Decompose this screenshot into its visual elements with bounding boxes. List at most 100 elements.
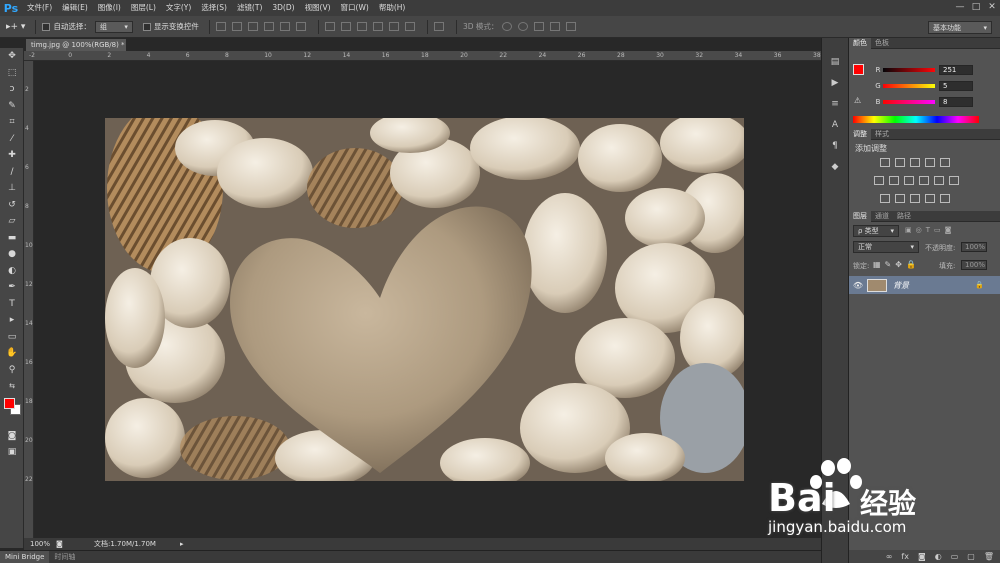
status-expand-icon[interactable]: ▸ (180, 540, 184, 548)
selective-color-icon[interactable] (939, 194, 950, 203)
warning-icon[interactable]: ⚠ (854, 96, 861, 105)
document-image[interactable] (105, 118, 744, 481)
tab-adjustments[interactable]: 调整 (849, 128, 871, 140)
swap-colors-icon[interactable]: ⇆ (0, 378, 24, 395)
dodge-tool-icon[interactable]: ◐ (0, 263, 24, 280)
brightness-icon[interactable] (879, 158, 890, 167)
layer-filter-icons[interactable]: ▣◎T▭◙ (905, 226, 955, 234)
align-vcenter-icon[interactable] (231, 22, 242, 31)
layer-filter-dropdown[interactable]: ρ 类型 ▾ (853, 225, 899, 237)
layer-row-background[interactable]: 👁 背景 🔒 (849, 276, 1000, 294)
zoom-level[interactable]: 100% (30, 540, 56, 548)
align-left-icon[interactable] (263, 22, 274, 31)
3d-slide-icon[interactable] (550, 22, 561, 31)
character-panel-icon[interactable]: A (827, 117, 843, 133)
tab-mini-bridge[interactable]: Mini Bridge (0, 551, 50, 563)
foreground-color-swatch[interactable] (4, 398, 15, 409)
auto-align-icon[interactable] (433, 22, 444, 31)
3d-scale-icon[interactable] (566, 22, 577, 31)
marquee-tool-icon[interactable]: ⬚ (0, 65, 24, 82)
distribute-right-icon[interactable] (404, 22, 415, 31)
menu-image[interactable]: 图像(I) (93, 0, 126, 16)
photo-filter-icon[interactable] (918, 176, 929, 185)
delete-layer-icon[interactable]: 🗑 (984, 552, 994, 561)
new-layer-icon[interactable]: ▢ (967, 552, 975, 561)
show-transform-checkbox[interactable] (142, 22, 151, 31)
blue-slider[interactable] (883, 100, 935, 104)
new-adjustment-icon[interactable]: ◐ (935, 552, 942, 561)
distribute-bottom-icon[interactable] (356, 22, 367, 31)
invert-icon[interactable] (879, 194, 890, 203)
red-slider[interactable] (883, 68, 935, 72)
green-slider[interactable] (883, 84, 935, 88)
menu-help[interactable]: 帮助(H) (374, 0, 411, 16)
move-tool-icon[interactable]: ▸+ ▾ (6, 22, 25, 32)
hue-saturation-icon[interactable] (873, 176, 884, 185)
close-button[interactable]: ✕ (984, 0, 1000, 14)
link-layers-icon[interactable]: ∞ (886, 552, 893, 561)
menu-3d[interactable]: 3D(D) (267, 0, 299, 16)
color-spectrum[interactable] (853, 116, 979, 123)
vibrance-icon[interactable] (939, 158, 950, 167)
color-balance-icon[interactable] (888, 176, 899, 185)
auto-select-checkbox[interactable] (42, 22, 51, 31)
gradient-map-icon[interactable] (924, 194, 935, 203)
align-hcenter-icon[interactable] (279, 22, 290, 31)
menu-window[interactable]: 窗口(W) (336, 0, 374, 16)
exposure-icon[interactable] (924, 158, 935, 167)
tab-styles[interactable]: 样式 (871, 129, 893, 140)
color-fg-swatch[interactable] (853, 64, 864, 75)
auto-select-dropdown[interactable]: 组 ▾ (94, 20, 133, 33)
threshold-icon[interactable] (909, 194, 920, 203)
distribute-hcenter-icon[interactable] (388, 22, 399, 31)
type-tool-icon[interactable]: T (0, 296, 24, 313)
path-select-tool-icon[interactable]: ▸ (0, 312, 24, 329)
tab-timeline[interactable]: 时间轴 (49, 551, 80, 563)
lock-icons[interactable]: ▦✎✥🔒 (873, 260, 920, 269)
add-mask-icon[interactable]: ◙ (918, 552, 926, 561)
3d-rotate-icon[interactable] (502, 22, 513, 31)
history-brush-tool-icon[interactable]: ↺ (0, 197, 24, 214)
blue-value-input[interactable]: 8 (939, 97, 973, 107)
minimize-button[interactable]: — (952, 0, 968, 14)
tab-color[interactable]: 颜色 (849, 37, 871, 49)
shape-tool-icon[interactable]: ▭ (0, 329, 24, 346)
crop-tool-icon[interactable]: ⌗ (0, 114, 24, 131)
layer-style-icon[interactable]: fx (901, 552, 909, 561)
lasso-tool-icon[interactable]: ↄ (0, 81, 24, 98)
healing-brush-tool-icon[interactable]: ✚ (0, 147, 24, 164)
zoom-tool-icon[interactable]: ⚲ (0, 362, 24, 379)
screen-mode-icon[interactable]: ▣ (0, 444, 24, 461)
posterize-icon[interactable] (894, 194, 905, 203)
tab-layers[interactable]: 图层 (849, 210, 871, 222)
menu-view[interactable]: 视图(V) (300, 0, 336, 16)
red-value-input[interactable]: 251 (939, 65, 973, 75)
history-panel-icon[interactable]: ▤ (827, 54, 843, 70)
blur-tool-icon[interactable]: ● (0, 246, 24, 263)
distribute-top-icon[interactable] (324, 22, 335, 31)
tab-paths[interactable]: 路径 (893, 211, 915, 222)
black-white-icon[interactable] (903, 176, 914, 185)
menu-select[interactable]: 选择(S) (196, 0, 232, 16)
properties-panel-icon[interactable]: ≡ (827, 96, 843, 112)
align-right-icon[interactable] (295, 22, 306, 31)
levels-icon[interactable] (894, 158, 905, 167)
new-group-icon[interactable]: ▭ (951, 552, 959, 561)
menu-file[interactable]: 文件(F) (22, 0, 57, 16)
eye-icon[interactable]: 👁 (849, 281, 867, 290)
menu-filter[interactable]: 滤镜(T) (232, 0, 267, 16)
fill-input[interactable]: 100% (961, 260, 987, 270)
channel-mixer-icon[interactable] (933, 176, 944, 185)
horizontal-ruler[interactable]: -2 0 2 4 6 8 10 12 14 16 18 20 22 24 26 28 30 32 34 36 38 (24, 51, 821, 61)
distribute-left-icon[interactable] (372, 22, 383, 31)
brush-tool-icon[interactable]: ∕ (0, 164, 24, 181)
eraser-tool-icon[interactable]: ▱ (0, 213, 24, 230)
document-tab[interactable]: timg.jpg @ 100%(RGB/8) * ✕ (26, 39, 126, 61)
blend-mode-dropdown[interactable]: 正常 ▾ (853, 241, 919, 253)
align-bottom-icon[interactable] (247, 22, 258, 31)
tab-channels[interactable]: 通道 (871, 211, 893, 222)
maximize-button[interactable]: □ (968, 0, 984, 14)
3d-roll-icon[interactable] (518, 22, 529, 31)
menu-edit[interactable]: 编辑(E) (57, 0, 93, 16)
layer-name[interactable]: 背景 (893, 280, 975, 291)
